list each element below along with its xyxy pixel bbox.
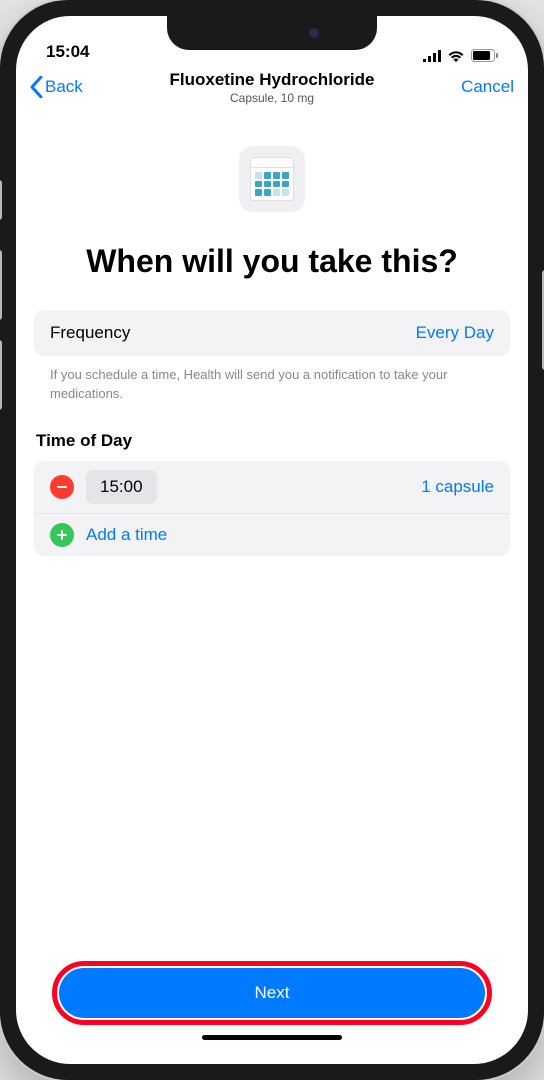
back-button[interactable]: Back: [30, 76, 83, 98]
next-button[interactable]: Next: [59, 968, 485, 1018]
remove-time-button[interactable]: [50, 475, 74, 499]
minus-icon: [55, 480, 69, 494]
status-icons: [423, 49, 498, 62]
nav-bar: Back Fluoxetine Hydrochloride Capsule, 1…: [16, 66, 528, 106]
volume-up: [0, 250, 2, 320]
mute-switch: [0, 180, 2, 220]
schedule-hint: If you schedule a time, Health will send…: [34, 356, 510, 402]
dose-selector[interactable]: 1 capsule: [421, 477, 494, 497]
screen: 15:04 Back Fluoxetine Hydrochloride Caps…: [16, 16, 528, 1064]
add-time-row[interactable]: Add a time: [34, 513, 510, 556]
battery-icon: [471, 49, 498, 62]
time-of-day-title: Time of Day: [34, 403, 510, 461]
calendar-icon: [239, 146, 305, 212]
volume-down: [0, 340, 2, 410]
status-time: 15:04: [46, 42, 89, 62]
cancel-button[interactable]: Cancel: [461, 77, 514, 97]
time-entry-row: 15:00 1 capsule: [34, 461, 510, 513]
frequency-row[interactable]: Frequency Every Day: [34, 310, 510, 356]
time-picker[interactable]: 15:00: [86, 470, 157, 504]
plus-icon: [55, 528, 69, 542]
medication-form: Capsule, 10 mg: [170, 91, 375, 105]
frequency-value: Every Day: [416, 323, 494, 343]
frequency-label: Frequency: [50, 323, 130, 343]
time-group: 15:00 1 capsule Add a time: [34, 461, 510, 556]
notch: [167, 16, 377, 50]
medication-name: Fluoxetine Hydrochloride: [170, 70, 375, 90]
frequency-group: Frequency Every Day: [34, 310, 510, 356]
page-heading: When will you take this?: [34, 242, 510, 280]
content: When will you take this? Frequency Every…: [16, 106, 528, 1064]
phone-frame: 15:04 Back Fluoxetine Hydrochloride Caps…: [0, 0, 544, 1080]
footer: Next: [34, 961, 510, 1064]
home-indicator[interactable]: [202, 1035, 342, 1040]
add-time-label: Add a time: [86, 525, 167, 545]
back-label: Back: [45, 77, 83, 97]
wifi-icon: [447, 49, 465, 62]
cellular-icon: [423, 50, 441, 62]
chevron-left-icon: [30, 76, 43, 98]
hero: When will you take this?: [34, 106, 510, 310]
nav-title: Fluoxetine Hydrochloride Capsule, 10 mg: [170, 70, 375, 105]
next-highlight: Next: [52, 961, 492, 1025]
add-time-button[interactable]: [50, 523, 74, 547]
